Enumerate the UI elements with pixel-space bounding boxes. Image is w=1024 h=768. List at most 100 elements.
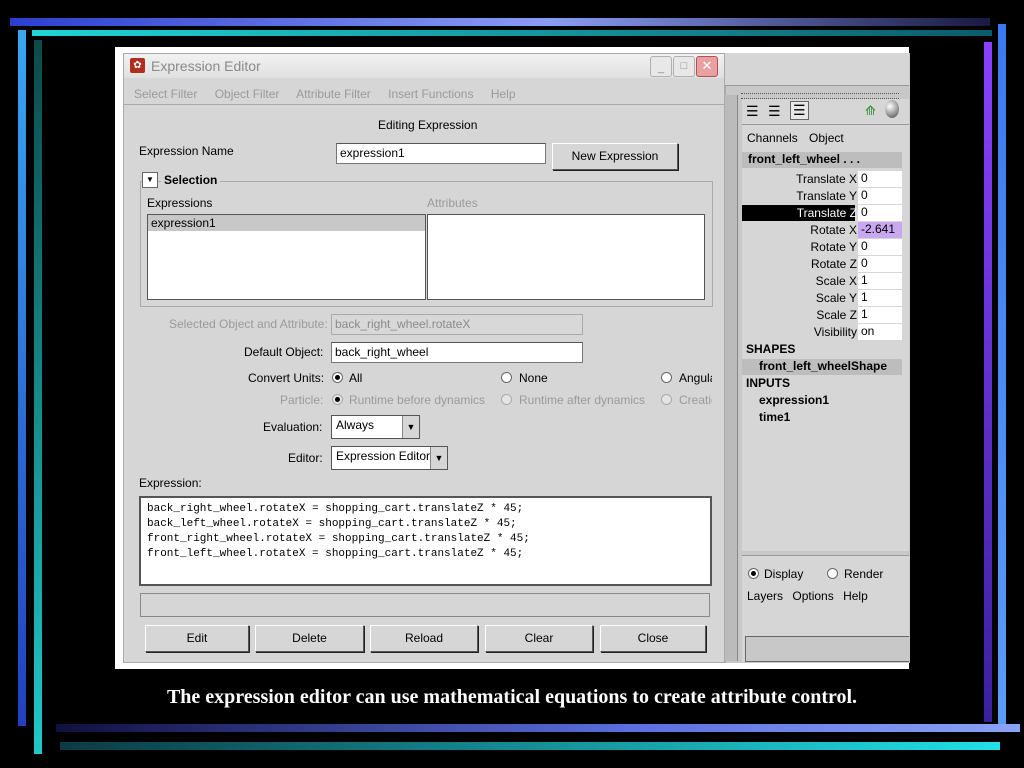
display-radio[interactable]: [748, 568, 759, 579]
selection-collapse-toggle[interactable]: ▼: [142, 172, 158, 188]
menu-object-filter[interactable]: Object Filter: [215, 87, 280, 101]
default-object-field[interactable]: back_right_wheel: [331, 342, 583, 363]
left-teal-bar: [34, 40, 42, 754]
layer-list[interactable]: [745, 636, 909, 662]
minimize-button[interactable]: _: [650, 56, 672, 77]
channel-value[interactable]: 0: [858, 171, 902, 187]
inputs-header: INPUTS: [746, 376, 791, 390]
channel-row-scale-x[interactable]: Scale X1: [742, 273, 902, 290]
layout-icon-3[interactable]: ☰: [790, 101, 809, 120]
channel-value[interactable]: 0: [858, 205, 902, 221]
right-blue-bar: [998, 24, 1006, 724]
channel-row-scale-z[interactable]: Scale Z1: [742, 307, 902, 324]
close-button[interactable]: Close: [600, 625, 706, 652]
editor-dropdown[interactable]: Expression Editor ▼: [331, 446, 448, 470]
menu-attribute-filter[interactable]: Attribute Filter: [296, 87, 371, 101]
input-node[interactable]: time1: [759, 410, 790, 424]
channel-name: Translate X: [796, 172, 857, 186]
input-node[interactable]: expression1: [759, 393, 829, 407]
right-purple-bar: [984, 42, 992, 722]
maximize-button[interactable]: □: [673, 56, 695, 77]
shape-node[interactable]: front_left_wheelShape: [742, 359, 902, 375]
menu-select-filter[interactable]: Select Filter: [134, 87, 197, 101]
new-expression-button[interactable]: New Expression: [552, 143, 678, 170]
layout-icon-2[interactable]: ☰: [768, 103, 781, 120]
screenshot: ✿ Expression Editor _ □ ✕ Select Filter …: [115, 47, 910, 669]
channel-value[interactable]: -2.641: [858, 222, 902, 238]
shapes-header: SHAPES: [746, 342, 796, 356]
close-window-button[interactable]: ✕: [696, 56, 718, 77]
help-menu-item[interactable]: Help: [843, 589, 868, 603]
expression-line: back_right_wheel.rotateX = shopping_cart…: [147, 503, 524, 515]
selected-object-label: Selected Object and Attribute:: [169, 317, 328, 331]
options-menu-item[interactable]: Options: [792, 589, 833, 603]
layers-menu-item[interactable]: Layers: [747, 589, 783, 603]
convert-all-radio[interactable]: [332, 372, 343, 383]
axis-icon[interactable]: ⟰: [865, 103, 876, 119]
delete-button[interactable]: Delete: [255, 625, 364, 652]
editing-expression-label: Editing Expression: [378, 118, 478, 132]
channel-value[interactable]: 1: [858, 290, 902, 306]
channel-value[interactable]: 1: [858, 307, 902, 323]
panel-top-strip: [725, 53, 909, 86]
window-title: Expression Editor: [151, 58, 261, 74]
particle-creation-label: Creatic: [679, 393, 712, 407]
channel-row-rotate-x[interactable]: Rotate X -2.641: [742, 222, 902, 239]
app-icon: ✿: [130, 58, 145, 73]
convert-all-label: All: [349, 371, 363, 385]
object-name: front_left_wheel . . .: [742, 152, 902, 168]
channel-value[interactable]: on: [858, 324, 902, 340]
menu-bar: Select Filter Object Filter Attribute Fi…: [134, 87, 530, 101]
selection-title: Selection: [161, 173, 221, 187]
edit-button[interactable]: Edit: [145, 625, 249, 652]
attributes-list[interactable]: [427, 214, 705, 300]
particle-before-label: Runtime before dynamics: [349, 393, 486, 407]
channel-value[interactable]: 0: [858, 239, 902, 255]
editor-label: Editor:: [288, 451, 323, 465]
channel-row-translate-z[interactable]: Translate Z0: [742, 205, 902, 222]
channel-row-translate-y[interactable]: Translate Y0: [742, 188, 902, 205]
left-blue-bar: [18, 30, 26, 726]
object-menu[interactable]: Object: [809, 131, 844, 145]
editor-value: Expression Editor: [336, 449, 431, 463]
clear-button[interactable]: Clear: [485, 625, 593, 652]
channel-row-translate-x[interactable]: Translate X0: [742, 171, 902, 188]
evaluation-dropdown[interactable]: Always ▼: [331, 415, 420, 439]
layers-menu: Layers Options Help: [747, 589, 868, 603]
bottom-gradient-bar: [56, 724, 1020, 732]
expression-editor-window: ✿ Expression Editor _ □ ✕ Select Filter …: [123, 53, 725, 663]
channel-row-scale-y[interactable]: Scale Y1: [742, 290, 902, 307]
channel-value[interactable]: 0: [858, 188, 902, 204]
expressions-list[interactable]: expression1: [147, 214, 426, 300]
particle-after-label: Runtime after dynamics: [519, 393, 646, 407]
sphere-icon[interactable]: [885, 100, 899, 118]
channel-row-rotate-y[interactable]: Rotate Y0: [742, 239, 902, 256]
menu-insert-functions[interactable]: Insert Functions: [388, 87, 473, 101]
expression-name-field[interactable]: expression1: [336, 143, 546, 164]
channel-row-visibility[interactable]: Visibility on: [742, 324, 902, 341]
render-radio[interactable]: [827, 568, 838, 579]
channel-box-toolbar-divider: [742, 124, 909, 125]
chevron-down-icon: ▼: [402, 416, 419, 438]
channels-menu[interactable]: Channels: [747, 131, 798, 145]
bottom-teal-bar: [60, 742, 1000, 750]
channel-name: Visibility: [813, 325, 857, 339]
channel-value[interactable]: 1: [858, 273, 902, 289]
channel-value[interactable]: 0: [858, 256, 902, 272]
particle-before-radio: [332, 394, 343, 405]
convert-none-radio[interactable]: [501, 372, 512, 383]
channel-row-rotate-z[interactable]: Rotate Z0: [742, 256, 902, 273]
expression-text-area[interactable]: back_right_wheel.rotateX = shopping_cart…: [139, 496, 712, 586]
layout-icon-1[interactable]: ☰: [746, 103, 759, 120]
chevron-down-icon: ▼: [430, 447, 447, 469]
channel-box: ☰ ☰ ☰ ⟰ Channels Object front_left_wheel…: [742, 99, 909, 551]
menu-help[interactable]: Help: [491, 87, 516, 101]
convert-angular-label: Angula: [679, 371, 712, 385]
panel-scrollbar[interactable]: [725, 95, 738, 661]
reload-button[interactable]: Reload: [370, 625, 478, 652]
title-bar[interactable]: ✿ Expression Editor _ □ ✕: [124, 54, 724, 78]
expression-line: back_left_wheel.rotateX = shopping_cart.…: [147, 518, 517, 530]
list-item[interactable]: expression1: [148, 215, 425, 231]
convert-angular-radio[interactable]: [661, 372, 672, 383]
evaluation-label: Evaluation:: [263, 420, 323, 434]
